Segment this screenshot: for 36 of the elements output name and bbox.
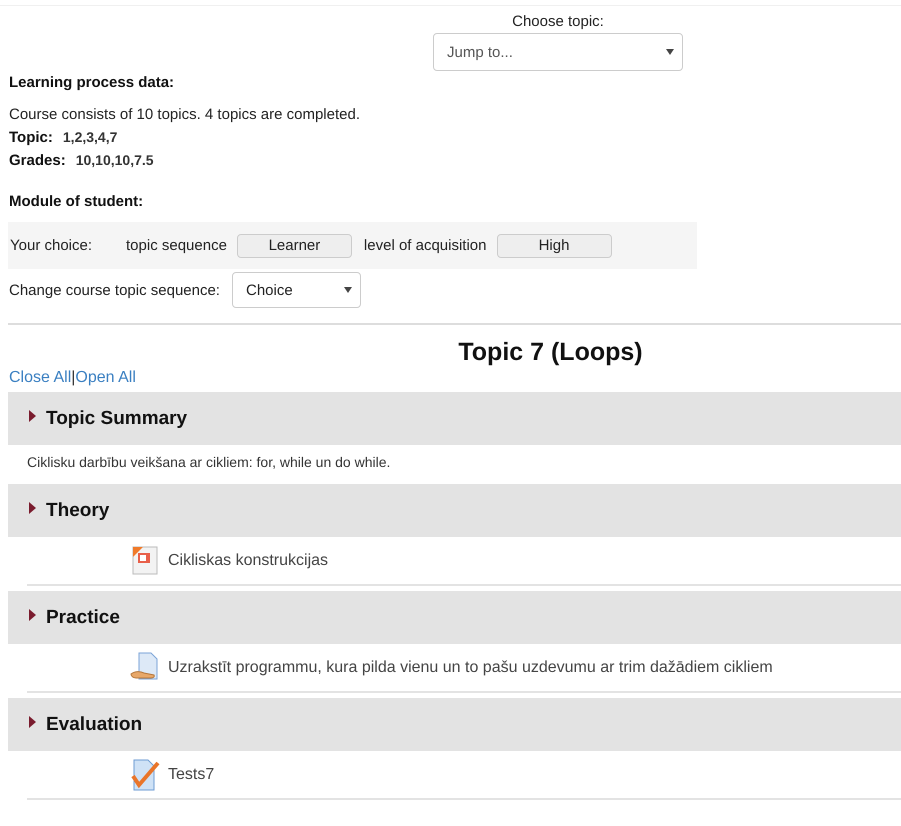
- section-header[interactable]: Topic Summary: [8, 392, 901, 445]
- expand-icon: [29, 608, 36, 620]
- sequence-value: Learner: [236, 234, 352, 258]
- grades-value: 10,10,10,7.5: [76, 152, 154, 168]
- progress-text: Course consists of 10 topics. 4 topics are completed.: [9, 106, 362, 123]
- caret-icon: [666, 49, 674, 55]
- expand-icon: [29, 410, 36, 422]
- section-heading: Module of student:: [9, 193, 144, 210]
- sequence-select[interactable]: Choice: [232, 272, 361, 308]
- caret-icon: [344, 287, 352, 293]
- topic-label: Topic:: [9, 129, 53, 146]
- level-value: High: [496, 234, 612, 258]
- topic-value: 1,2,3,4,7: [62, 129, 118, 145]
- page-title: Topic 7 (Loops): [457, 338, 644, 367]
- section-header[interactable]: Practice: [8, 591, 901, 644]
- toggle-link[interactable]: Close All: [9, 369, 72, 387]
- jump-label: Choose topic:: [512, 13, 604, 30]
- activity-link[interactable]: Cikliskas konstrukcijas: [168, 552, 328, 570]
- presentation-icon: [130, 545, 160, 577]
- toggle-link[interactable]: Open All: [75, 369, 136, 387]
- section-header[interactable]: Theory: [8, 484, 901, 537]
- summary-text: Ciklisku darbību veikšana ar cikliem: for, while un do while.: [26, 453, 392, 472]
- expand-icon: [29, 502, 36, 514]
- topic-select[interactable]: Jump to...: [433, 33, 683, 71]
- section-header[interactable]: Evaluation: [8, 698, 901, 751]
- activity-link[interactable]: Uzrakstīt programmu, kura pilda vienu un to pašu uzdevumu ar trim dažādiem cikliem: [168, 659, 773, 677]
- sequence-label: topic sequence: [126, 237, 227, 254]
- link-separator: |: [71, 369, 76, 387]
- choice-label: Your choice:: [10, 237, 92, 254]
- expand-icon: [29, 716, 36, 728]
- activity-link[interactable]: Tests7: [168, 766, 214, 784]
- grades-label: Grades:: [9, 152, 66, 169]
- level-label: level of acquisition: [364, 237, 486, 254]
- quiz-icon: [130, 759, 160, 791]
- section-heading: Learning process data:: [9, 74, 176, 91]
- sequence-change-label: Change course topic sequence:: [9, 282, 220, 298]
